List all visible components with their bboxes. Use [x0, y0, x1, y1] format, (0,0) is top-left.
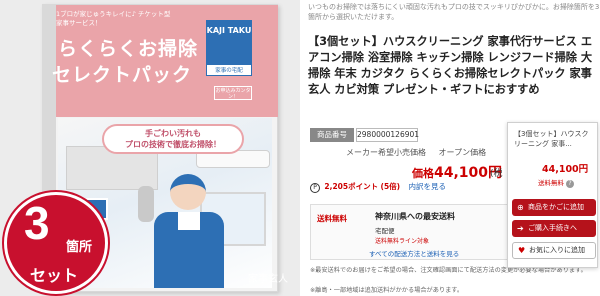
- cover-title-line1: らくらくお掃除: [58, 38, 199, 60]
- easy-apply-badge: お申込みカンタン！: [214, 86, 252, 100]
- points-value: 2,205ポイント: [324, 182, 379, 191]
- cover-brand: 家事玄人: [248, 274, 288, 285]
- points-breakdown-link[interactable]: 内訳を見る: [408, 182, 446, 191]
- brand-logo-sub: 家事の宅配: [206, 64, 252, 76]
- shipping-method: 宅配便: [375, 227, 395, 235]
- heart-icon: ♥: [518, 246, 526, 255]
- add-to-cart-button[interactable]: ⊕ 商品をかごに追加: [512, 199, 596, 216]
- help-icon[interactable]: ?: [566, 180, 574, 188]
- points-icon: P: [310, 183, 320, 193]
- tax-note: (税: [490, 169, 503, 179]
- cart-price: 44,100円: [542, 164, 589, 175]
- cart-product-title: 【3個セット】ハウスクリーニング 家事...: [514, 130, 589, 148]
- product-image[interactable]: 1ブロが家じゅうキレイに♪ チケット型家事サービス！ らくらくお掃除 セレクトパ…: [0, 0, 300, 296]
- points-multiplier: (5倍): [380, 182, 401, 191]
- cover-title-line2: セレクトパック: [52, 64, 193, 86]
- cover-tagline: 1ブロが家じゅうキレイに♪ チケット型家事サービス！: [56, 10, 171, 27]
- cart-shipping-label: 送料無料: [538, 179, 564, 187]
- add-to-cart-label: 商品をかごに追加: [528, 203, 584, 211]
- bubble-text-1: 手ごわい汚れも: [145, 129, 201, 138]
- shipping-destination: 神奈川県への最安送料: [375, 212, 455, 221]
- sku-value: 2980000126901: [356, 128, 419, 142]
- shipping-footnote-2: ※離島・一部地域は追加送料がかかる場合があります。: [310, 287, 464, 294]
- msrp-value: オープン価格: [438, 148, 487, 157]
- bubble-text-2: プロの技術で徹底お掃除！: [125, 140, 221, 149]
- brush-icon: [138, 186, 154, 222]
- all-shipping-link[interactable]: すべての配送方法と送料を見る: [369, 248, 459, 258]
- shipping-free-label: 送料無料: [317, 214, 347, 223]
- msrp-label: メーカー希望小売価格: [346, 148, 426, 157]
- plus-circle-icon: ⊕: [517, 203, 524, 212]
- msrp-row: メーカー希望小売価格 オープン価格: [346, 147, 486, 158]
- cart-shipping: 送料無料?: [538, 177, 574, 188]
- buy-now-label: ご購入手続きへ: [528, 224, 577, 232]
- sticky-cart-panel: 【3個セット】ハウスクリーニング 家事... 44,100円 送料無料? ⊕ 商…: [507, 122, 598, 268]
- sticker-kasho: 箇所: [66, 240, 93, 255]
- cleaning-staff-illustration: [150, 168, 230, 288]
- add-to-favorites-button[interactable]: ♥ お気に入りに追加: [512, 242, 596, 259]
- price-label: 価格: [412, 167, 434, 180]
- shipping-box: 送料無料 神奈川県への最安送料 宅配便 送料無料ライン対象 すべての配送方法と送…: [310, 204, 508, 260]
- sku-label: 商品番号: [310, 128, 354, 142]
- sticker-number: 3: [24, 197, 50, 249]
- buy-now-button[interactable]: ➔ ご購入手続きへ: [512, 220, 596, 237]
- arrow-right-icon: ➔: [517, 224, 524, 233]
- sticker-set: セット: [30, 266, 79, 285]
- brand-logo: KAJI TAKU: [206, 20, 252, 64]
- free-shipping-line: 送料無料ライン対象: [375, 238, 430, 245]
- add-to-favorites-label: お気に入りに追加: [529, 246, 585, 254]
- points-row: P 2,205ポイント (5倍) 内訳を見る: [310, 181, 446, 193]
- product-title: 【3個セット】ハウスクリーニング 家事代行サービス エアコン掃除 浴室掃除 キッ…: [308, 35, 593, 96]
- intro-text: いつものお掃除では落ちにくい頑固な汚れもプロの技でスッキリぴかぴかに。お掃除箇所…: [308, 3, 600, 21]
- price-row: 価格44,100円: [412, 162, 502, 182]
